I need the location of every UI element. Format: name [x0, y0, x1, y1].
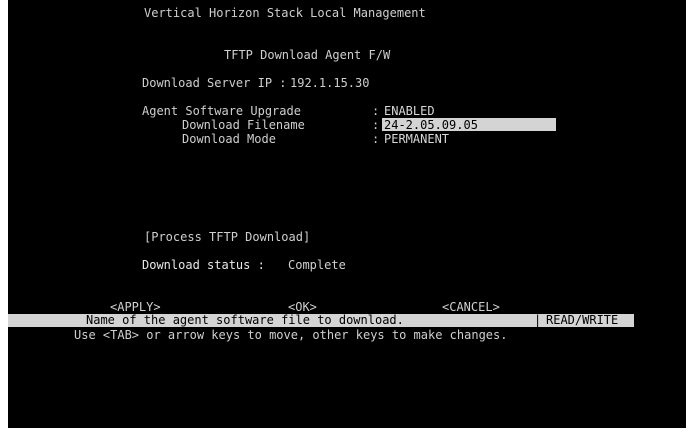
agent-software-upgrade-label: Agent Software Upgrade — [142, 104, 301, 118]
download-status-value: Complete — [288, 258, 346, 272]
ok-button[interactable]: <OK> — [288, 300, 317, 314]
agent-software-upgrade-value[interactable]: ENABLED — [384, 104, 435, 118]
screen-title: TFTP Download Agent F/W — [224, 48, 391, 62]
status-bar: Name of the agent software file to downl… — [8, 313, 634, 327]
download-server-ip-label: Download Server IP : — [142, 76, 287, 90]
field-separator: : — [372, 118, 380, 132]
process-tftp-download-button[interactable]: [Process TFTP Download] — [144, 230, 310, 244]
terminal-screen: Vertical Horizon Stack Local Management … — [8, 0, 686, 428]
access-mode: READ/WRITE — [546, 313, 619, 327]
status-divider: | — [534, 313, 542, 327]
field-separator: : — [372, 132, 380, 146]
field-separator: : — [372, 104, 380, 118]
status-message: Name of the agent software file to downl… — [86, 313, 404, 327]
download-status-label: Download status : — [142, 258, 265, 272]
apply-button[interactable]: <APPLY> — [110, 300, 161, 314]
download-filename-label: Download Filename — [182, 118, 305, 132]
navigation-hint: Use <TAB> or arrow keys to move, other k… — [74, 328, 508, 342]
download-server-ip-value: 192.1.15.30 — [290, 76, 370, 90]
cancel-button[interactable]: <CANCEL> — [442, 300, 500, 314]
download-mode-label: Download Mode — [182, 132, 276, 146]
download-mode-value[interactable]: PERMANENT — [384, 132, 449, 146]
app-title: Vertical Horizon Stack Local Management — [144, 6, 426, 20]
download-filename-input[interactable]: 24-2.05.09.05 — [382, 118, 556, 132]
